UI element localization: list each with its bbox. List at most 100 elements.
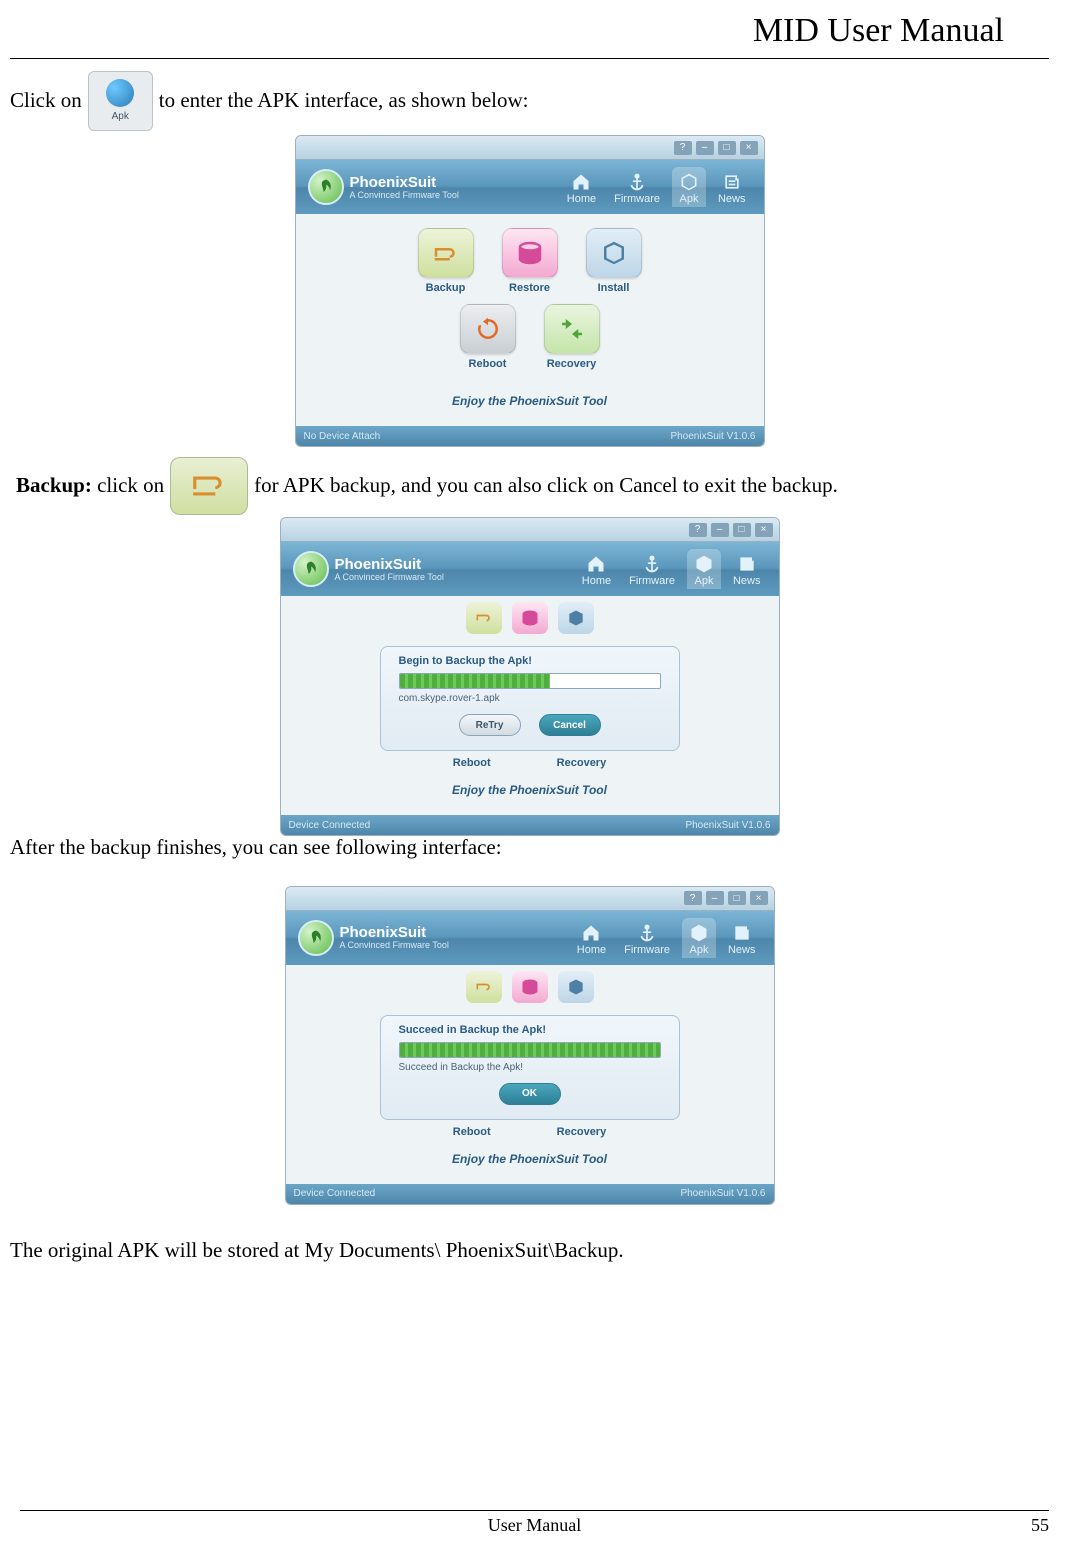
cancel-button[interactable]: Cancel: [539, 714, 601, 736]
nav-tabs: Home Firmware Apk News: [576, 549, 767, 589]
tab-news[interactable]: News: [727, 549, 767, 589]
status-left: Device Connected: [289, 820, 371, 831]
tab-apk[interactable]: Apk: [672, 167, 706, 207]
tab-apk[interactable]: Apk: [682, 918, 716, 958]
tab-news-label: News: [733, 575, 761, 587]
backup-mini-icon: [466, 971, 502, 1003]
anchor-icon: [626, 171, 648, 193]
install-button[interactable]: [586, 228, 642, 278]
minimize-button[interactable]: –: [706, 891, 724, 905]
enjoy-text: Enjoy the PhoenixSuit Tool: [281, 769, 779, 807]
dialog-title: Begin to Backup the Apk!: [399, 655, 661, 667]
dialog-sub: Succeed in Backup the Apk!: [399, 1062, 661, 1073]
statusbar: Device Connected PhoenixSuit V1.0.6: [281, 815, 779, 835]
home-icon: [585, 553, 607, 575]
anchor-icon: [641, 553, 663, 575]
tab-apk[interactable]: Apk: [687, 549, 721, 589]
close-button[interactable]: ×: [740, 141, 758, 155]
phoenixsuit-window-1: ? – □ × PhoenixSuit A Convinced Firmware…: [295, 135, 765, 447]
install-label: Install: [598, 282, 630, 294]
apk-globe-icon: [106, 79, 134, 107]
status-right: PhoenixSuit V1.0.6: [680, 1188, 765, 1199]
phoenix-logo-icon: [308, 169, 344, 205]
minimize-button[interactable]: –: [711, 523, 729, 537]
maximize-button[interactable]: □: [733, 523, 751, 537]
recovery-label: Recovery: [547, 358, 597, 370]
apk-icon-thumb: Apk: [88, 71, 153, 131]
cube-icon: [678, 171, 700, 193]
tab-home-label: Home: [567, 193, 596, 205]
backup-button[interactable]: [418, 228, 474, 278]
stored-at-text: The original APK will be stored at My Do…: [10, 1235, 1049, 1267]
reboot-label: Reboot: [469, 358, 507, 370]
logo: PhoenixSuit A Convinced Firmware Tool: [308, 169, 459, 205]
footer-center: User Manual: [60, 1515, 1009, 1536]
tab-firmware[interactable]: Firmware: [608, 167, 666, 207]
restore-mini-icon: [512, 971, 548, 1003]
tab-firmware-label: Firmware: [629, 575, 675, 587]
backup-label: Backup: [426, 282, 466, 294]
under-labels: Reboot Recovery: [281, 757, 779, 769]
minimize-button[interactable]: –: [696, 141, 714, 155]
close-button[interactable]: ×: [750, 891, 768, 905]
tab-apk-label: Apk: [680, 193, 699, 205]
under-labels: Reboot Recovery: [286, 1126, 774, 1138]
after-backup-text: After the backup finishes, you can see f…: [10, 832, 1049, 864]
reboot-label: Reboot: [453, 1126, 491, 1138]
tab-news[interactable]: News: [712, 167, 752, 207]
page-footer: User Manual 55: [20, 1510, 1049, 1536]
mini-icon-row: [286, 971, 774, 1003]
enjoy-text: Enjoy the PhoenixSuit Tool: [286, 1138, 774, 1176]
tab-firmware[interactable]: Firmware: [623, 549, 681, 589]
maximize-button[interactable]: □: [728, 891, 746, 905]
logo: PhoenixSuit A Convinced Firmware Tool: [293, 551, 444, 587]
tab-home[interactable]: Home: [571, 918, 612, 958]
tab-news-label: News: [728, 944, 756, 956]
help-button[interactable]: ?: [684, 891, 702, 905]
titlebar: ? – □ ×: [286, 887, 774, 911]
phoenixsuit-window-3: ? – □ × PhoenixSuit A Convinced Firmware…: [285, 886, 775, 1205]
phoenixsuit-window-2: ? – □ × PhoenixSuit A Convinced Firmware…: [280, 517, 780, 836]
body: Begin to Backup the Apk! com.skype.rover…: [281, 596, 779, 815]
cube-icon: [688, 922, 710, 944]
backup-line: Backup: click on for APK backup, and you…: [10, 457, 1049, 515]
tab-home-label: Home: [582, 575, 611, 587]
tab-home[interactable]: Home: [561, 167, 602, 207]
recovery-label: Recovery: [557, 757, 607, 769]
ok-button[interactable]: OK: [499, 1083, 561, 1105]
page-number: 55: [1009, 1515, 1049, 1536]
navbar: PhoenixSuit A Convinced Firmware Tool Ho…: [296, 160, 764, 214]
maximize-button[interactable]: □: [718, 141, 736, 155]
close-button[interactable]: ×: [755, 523, 773, 537]
brand-tagline: A Convinced Firmware Tool: [335, 572, 444, 582]
reboot-label: Reboot: [453, 757, 491, 769]
phoenix-logo-icon: [293, 551, 329, 587]
statusbar: No Device Attach PhoenixSuit V1.0.6: [296, 426, 764, 446]
help-button[interactable]: ?: [674, 141, 692, 155]
tab-news[interactable]: News: [722, 918, 762, 958]
recovery-label: Recovery: [557, 1126, 607, 1138]
tab-firmware[interactable]: Firmware: [618, 918, 676, 958]
help-button[interactable]: ?: [689, 523, 707, 537]
status-right: PhoenixSuit V1.0.6: [685, 820, 770, 831]
page-header-title: MID User Manual: [10, 10, 1049, 50]
status-right: PhoenixSuit V1.0.6: [670, 431, 755, 442]
text-clickon: Click on: [10, 85, 82, 117]
tab-home[interactable]: Home: [576, 549, 617, 589]
header-rule: [10, 58, 1049, 59]
reboot-button[interactable]: [460, 304, 516, 354]
dialog-file: com.skype.rover-1.apk: [399, 693, 661, 704]
navbar: PhoenixSuit A Convinced Firmware Tool Ho…: [281, 542, 779, 596]
recovery-button[interactable]: [544, 304, 600, 354]
home-icon: [580, 922, 602, 944]
tab-firmware-label: Firmware: [614, 193, 660, 205]
retry-button[interactable]: ReTry: [459, 714, 521, 736]
progress-bar: [399, 673, 661, 689]
tab-apk-label: Apk: [695, 575, 714, 587]
restore-button[interactable]: [502, 228, 558, 278]
restore-label: Restore: [509, 282, 550, 294]
tab-news-label: News: [718, 193, 746, 205]
success-dialog: Succeed in Backup the Apk! Succeed in Ba…: [380, 1015, 680, 1120]
intro-line: Click on Apk to enter the APK interface,…: [10, 71, 1049, 131]
brand-tagline: A Convinced Firmware Tool: [350, 190, 459, 200]
